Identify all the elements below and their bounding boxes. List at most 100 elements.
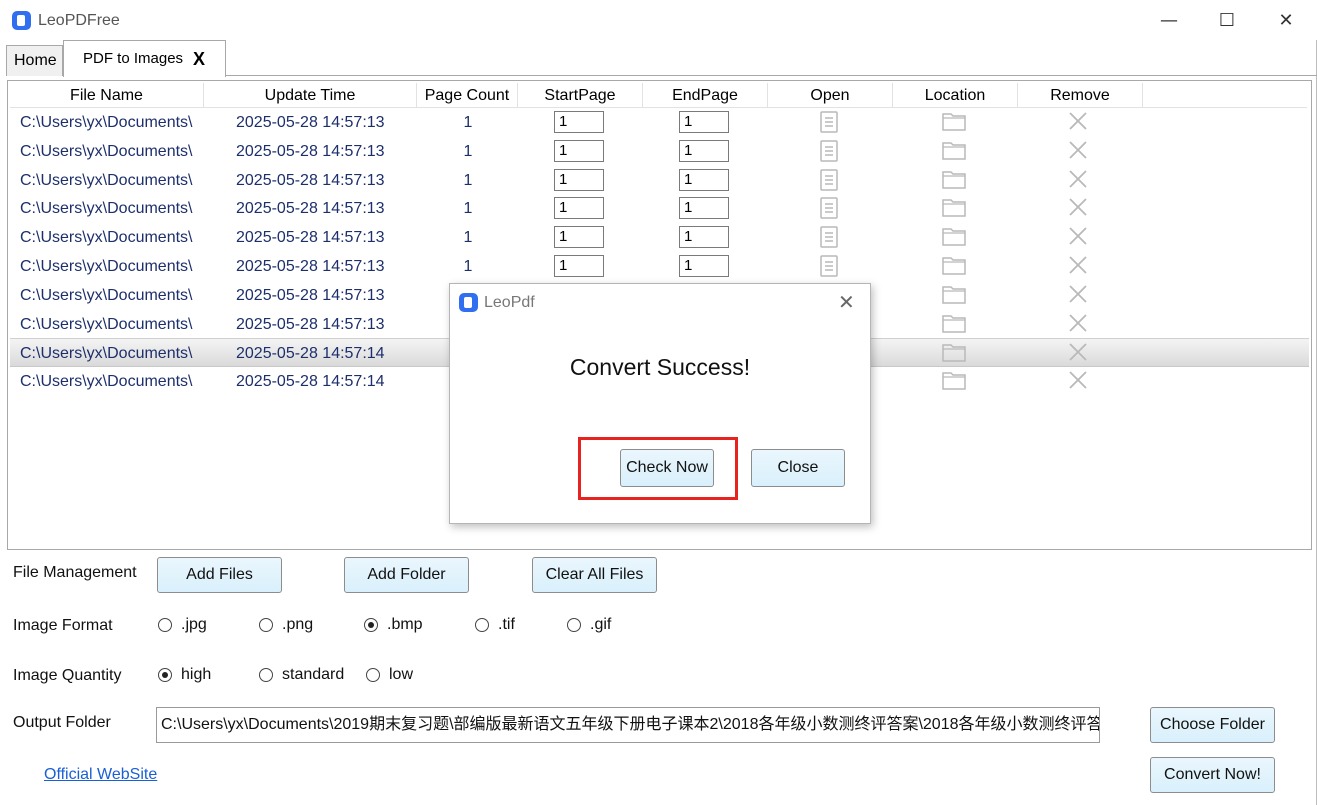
official-website-link[interactable]: Official WebSite bbox=[44, 766, 157, 784]
file-name-cell: C:\Users\yx\Documents\ bbox=[20, 286, 193, 304]
end-page-input[interactable]: 1 bbox=[679, 168, 729, 191]
start-page-input[interactable]: 1 bbox=[554, 197, 604, 220]
remove-icon[interactable] bbox=[1068, 370, 1088, 395]
output-folder-field[interactable]: C:\Users\yx\Documents\2019期末复习题\部编版最新语文五… bbox=[156, 707, 1100, 743]
start-page-input[interactable]: 1 bbox=[554, 111, 604, 133]
start-page-input[interactable]: 1 bbox=[554, 255, 604, 277]
table-header: File Name Update Time Page Count StartPa… bbox=[10, 83, 1307, 108]
open-file-icon[interactable] bbox=[820, 226, 838, 253]
format-tif-radio[interactable]: .tif bbox=[475, 615, 515, 635]
table-row[interactable]: C:\Users\yx\Documents\ 2025-05-28 14:57:1… bbox=[10, 223, 1309, 252]
add-files-button[interactable]: Add Files bbox=[157, 557, 282, 593]
table-row[interactable]: C:\Users\yx\Documents\ 2025-05-28 14:57:1… bbox=[10, 108, 1309, 137]
clear-all-files-button[interactable]: Clear All Files bbox=[532, 557, 657, 593]
start-page-input[interactable]: 1 bbox=[554, 139, 604, 162]
open-file-icon[interactable] bbox=[820, 197, 838, 224]
folder-icon[interactable] bbox=[942, 140, 966, 165]
open-file-icon[interactable] bbox=[820, 168, 838, 196]
remove-icon[interactable] bbox=[1068, 226, 1088, 251]
minimize-button[interactable]: — bbox=[1154, 8, 1184, 34]
file-name-cell: C:\Users\yx\Documents\ bbox=[20, 171, 193, 189]
remove-icon[interactable] bbox=[1068, 284, 1088, 309]
folder-icon[interactable] bbox=[942, 169, 966, 194]
table-row[interactable]: C:\Users\yx\Documents\ 2025-05-28 14:57:1… bbox=[10, 194, 1309, 223]
quality-standard-radio[interactable]: standard bbox=[259, 665, 344, 685]
column-open[interactable]: Open bbox=[768, 83, 893, 108]
open-file-icon[interactable] bbox=[820, 140, 838, 167]
format-gif-radio[interactable]: .gif bbox=[567, 615, 611, 635]
end-page-input[interactable]: 1 bbox=[679, 111, 729, 133]
folder-icon[interactable] bbox=[942, 226, 966, 251]
format-jpg-radio[interactable]: .jpg bbox=[158, 615, 207, 635]
radio-dot bbox=[158, 668, 172, 682]
radio-dot bbox=[364, 618, 378, 632]
file-name-cell: C:\Users\yx\Documents\ bbox=[20, 258, 193, 275]
start-page-input[interactable]: 1 bbox=[554, 168, 604, 191]
end-page-input[interactable]: 1 bbox=[679, 139, 729, 162]
tab-pdf-to-images[interactable]: PDF to Images X bbox=[63, 40, 226, 77]
remove-icon[interactable] bbox=[1068, 111, 1088, 136]
page-count-cell: 1 bbox=[463, 114, 473, 131]
quality-high-radio[interactable]: high bbox=[158, 665, 211, 685]
maximize-button[interactable]: ☐ bbox=[1212, 8, 1242, 34]
column-start-page[interactable]: StartPage bbox=[518, 83, 643, 108]
page-count-cell: 1 bbox=[463, 258, 473, 275]
folder-icon[interactable] bbox=[942, 313, 966, 338]
add-folder-button[interactable]: Add Folder bbox=[344, 557, 469, 593]
highlight-box bbox=[578, 437, 738, 500]
app-title: LeoPDFree bbox=[38, 12, 120, 29]
page-count-cell: 1 bbox=[463, 171, 473, 189]
folder-icon[interactable] bbox=[942, 342, 966, 367]
table-row[interactable]: C:\Users\yx\Documents\ 2025-05-28 14:57:1… bbox=[10, 166, 1309, 195]
column-update-time[interactable]: Update Time bbox=[204, 83, 417, 108]
end-page-input[interactable]: 1 bbox=[679, 197, 729, 220]
tab-close-button[interactable]: X bbox=[193, 41, 205, 77]
convert-now-button[interactable]: Convert Now! bbox=[1150, 757, 1275, 793]
folder-icon[interactable] bbox=[942, 255, 966, 280]
update-time-cell: 2025-05-28 14:57:13 bbox=[236, 315, 385, 333]
folder-icon[interactable] bbox=[942, 197, 966, 222]
remove-icon[interactable] bbox=[1068, 342, 1088, 367]
remove-icon[interactable] bbox=[1068, 197, 1088, 222]
file-name-cell: C:\Users\yx\Documents\ bbox=[20, 345, 193, 363]
open-file-icon[interactable] bbox=[820, 111, 838, 138]
dialog-title: LeoPdf bbox=[484, 294, 535, 311]
remove-icon[interactable] bbox=[1068, 140, 1088, 165]
app-window: LeoPDFree — ☐ ✕ Home PDF to Images X Fil… bbox=[0, 0, 1317, 805]
start-page-input[interactable]: 1 bbox=[554, 226, 604, 249]
column-end-page[interactable]: EndPage bbox=[643, 83, 768, 108]
column-location[interactable]: Location bbox=[893, 83, 1018, 108]
choose-folder-button[interactable]: Choose Folder bbox=[1150, 707, 1275, 743]
quality-low-radio[interactable]: low bbox=[366, 665, 413, 685]
column-page-count[interactable]: Page Count bbox=[417, 83, 518, 108]
folder-icon[interactable] bbox=[942, 370, 966, 395]
end-page-input[interactable]: 1 bbox=[679, 255, 729, 277]
window-close-button[interactable]: ✕ bbox=[1271, 8, 1301, 34]
format-png-radio[interactable]: .png bbox=[259, 615, 313, 635]
radio-dot bbox=[567, 618, 581, 632]
table-row[interactable]: C:\Users\yx\Documents\ 2025-05-28 14:57:1… bbox=[10, 252, 1309, 281]
folder-icon[interactable] bbox=[942, 284, 966, 309]
output-folder-label: Output Folder bbox=[13, 714, 111, 731]
remove-icon[interactable] bbox=[1068, 313, 1088, 338]
remove-icon[interactable] bbox=[1068, 255, 1088, 280]
format-bmp-radio[interactable]: .bmp bbox=[364, 615, 423, 635]
quality-high-label: high bbox=[181, 666, 212, 683]
dialog-close-button[interactable]: Close bbox=[751, 449, 845, 487]
open-file-icon[interactable] bbox=[820, 255, 838, 282]
page-count-cell: 1 bbox=[463, 142, 473, 160]
update-time-cell: 2025-05-28 14:57:13 bbox=[236, 286, 385, 304]
column-file-name[interactable]: File Name bbox=[10, 83, 204, 108]
dialog-logo-icon bbox=[459, 293, 478, 312]
dialog-close-icon[interactable]: ✕ bbox=[838, 290, 855, 314]
radio-dot bbox=[475, 618, 489, 632]
file-name-cell: C:\Users\yx\Documents\ bbox=[20, 315, 193, 333]
quality-low-label: low bbox=[389, 666, 414, 683]
end-page-input[interactable]: 1 bbox=[679, 226, 729, 249]
folder-icon[interactable] bbox=[942, 111, 966, 136]
file-management-label: File Management bbox=[13, 564, 137, 581]
table-row[interactable]: C:\Users\yx\Documents\ 2025-05-28 14:57:1… bbox=[10, 137, 1309, 166]
remove-icon[interactable] bbox=[1068, 169, 1088, 194]
column-remove[interactable]: Remove bbox=[1018, 83, 1143, 108]
tab-home[interactable]: Home bbox=[6, 45, 63, 76]
